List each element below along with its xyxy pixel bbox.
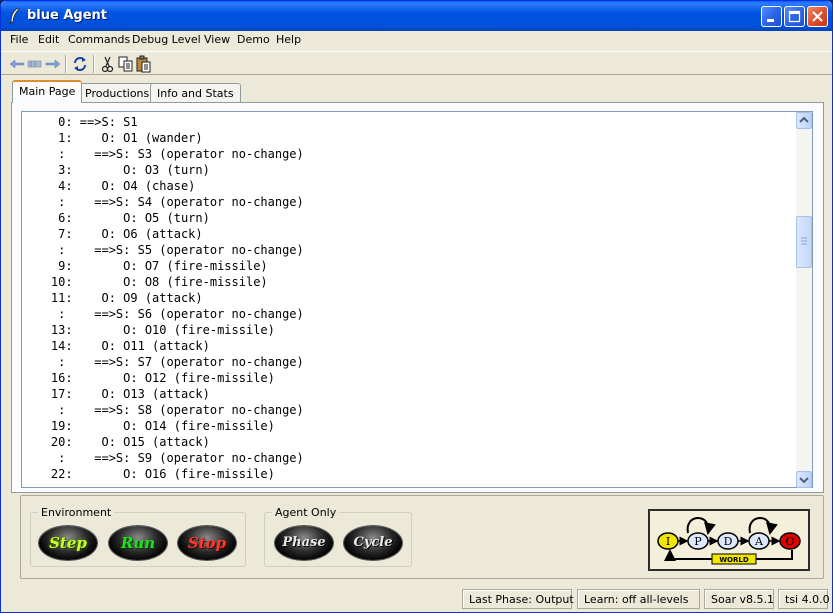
console-line: 4: O: O4 (chase) xyxy=(22,179,196,193)
chevron-up-icon xyxy=(799,116,809,123)
close-button[interactable] xyxy=(807,6,828,27)
paste-icon[interactable] xyxy=(135,55,153,73)
node-label: I xyxy=(666,535,670,548)
maximize-icon xyxy=(788,10,801,23)
maximize-button[interactable] xyxy=(784,6,805,27)
minimize-button[interactable] xyxy=(761,6,782,27)
history-icon[interactable] xyxy=(26,55,44,73)
tab-main-page[interactable]: Main Page xyxy=(12,80,83,103)
menu-bar: File Edit Commands Debug Level View Demo… xyxy=(1,31,832,50)
console-line: 16: O: O12 (fire-missile) xyxy=(22,371,275,385)
world-label: WORLD xyxy=(719,556,749,564)
node-label: D xyxy=(724,535,733,548)
menu-view[interactable]: View xyxy=(204,33,230,46)
copy-icon[interactable] xyxy=(117,55,135,73)
menu-file[interactable]: File xyxy=(10,33,28,46)
node-label: O xyxy=(785,535,794,548)
back-arrow-icon[interactable] xyxy=(8,55,26,73)
forward-arrow-icon[interactable] xyxy=(44,55,62,73)
console-line: : ==>S: S7 (operator no-change) xyxy=(22,355,304,369)
run-button[interactable]: Run xyxy=(109,526,167,560)
chevron-down-icon xyxy=(799,477,809,484)
phase-button[interactable]: Phase xyxy=(275,526,333,560)
console-scrollbar[interactable] xyxy=(796,111,813,488)
decision-cycle-graph: I P D A O WORLD xyxy=(657,517,801,565)
trace-output-console[interactable]: 0: ==>S: S1 1: O: O1 (wander) : ==>S: S3… xyxy=(21,111,796,488)
menu-commands[interactable]: Commands xyxy=(68,33,130,46)
close-icon xyxy=(812,11,823,22)
environment-group-label: Environment xyxy=(38,506,115,519)
tab-info-and-stats[interactable]: Info and Stats xyxy=(150,83,241,103)
console-line: : ==>S: S9 (operator no-change) xyxy=(22,451,304,465)
toolbar xyxy=(1,51,832,75)
toolbar-separator xyxy=(65,55,67,73)
console-line: 17: O: O13 (attack) xyxy=(22,387,210,401)
console-line: 10: O: O8 (fire-missile) xyxy=(22,275,268,289)
console-line: 6: O: O5 (turn) xyxy=(22,211,210,225)
minimize-icon xyxy=(767,19,774,22)
title-bar[interactable]: blue Agent xyxy=(1,1,832,31)
console-line: 13: O: O10 (fire-missile) xyxy=(22,323,275,337)
console-line: 11: O: O9 (attack) xyxy=(22,291,203,305)
menu-edit[interactable]: Edit xyxy=(38,33,59,46)
cycle-button[interactable]: Cycle xyxy=(344,526,402,560)
console-line: 3: O: O3 (turn) xyxy=(22,163,210,177)
agent-only-group-label: Agent Only xyxy=(272,506,340,519)
status-tsi-version: tsi 4.0.0 xyxy=(778,589,830,609)
console-line: : ==>S: S4 (operator no-change) xyxy=(22,195,304,209)
step-button[interactable]: Step xyxy=(39,526,97,560)
console-line: : ==>S: S8 (operator no-change) xyxy=(22,403,304,417)
console-line: : ==>S: S3 (operator no-change) xyxy=(22,147,304,161)
feather-app-icon xyxy=(9,7,20,25)
refresh-icon[interactable] xyxy=(71,55,89,73)
console-line: 7: O: O6 (attack) xyxy=(22,227,203,241)
node-label: P xyxy=(694,535,702,548)
status-soar-version: Soar v8.5.1 xyxy=(704,589,774,609)
agent-window: blue Agent File Edit Commands Debug Leve… xyxy=(0,0,833,613)
loop-arrow xyxy=(748,517,778,535)
tab-productions[interactable]: Productions xyxy=(78,83,157,103)
decision-cycle-diagram: I P D A O WORLD xyxy=(648,509,810,571)
window-title: blue Agent xyxy=(27,8,108,23)
console-line: 14: O: O11 (attack) xyxy=(22,339,210,353)
loop-arrow xyxy=(686,517,716,535)
scroll-down-button[interactable] xyxy=(796,471,812,488)
console-line: 20: O: O15 (attack) xyxy=(22,435,210,449)
console-line: : ==>S: S5 (operator no-change) xyxy=(22,243,304,257)
menu-demo[interactable]: Demo xyxy=(237,33,270,46)
console-line: 19: O: O14 (fire-missile) xyxy=(22,419,275,433)
toolbar-separator xyxy=(93,55,95,73)
stop-button[interactable]: Stop xyxy=(178,526,236,560)
console-line: 0: ==>S: S1 xyxy=(22,115,138,129)
scroll-up-button[interactable] xyxy=(796,112,812,129)
scroll-thumb[interactable] xyxy=(796,216,812,268)
console-line: 1: O: O1 (wander) xyxy=(22,131,203,145)
menu-help[interactable]: Help xyxy=(276,33,301,46)
status-learn: Learn: off all-levels xyxy=(577,589,700,609)
status-bar: Last Phase: Output Learn: off all-levels… xyxy=(1,587,832,612)
console-line: 22: O: O16 (fire-missile) xyxy=(22,467,275,481)
node-label: A xyxy=(754,535,764,548)
status-last-phase: Last Phase: Output xyxy=(462,589,574,609)
console-line: : ==>S: S6 (operator no-change) xyxy=(22,307,304,321)
menu-debug-level[interactable]: Debug Level xyxy=(132,33,201,46)
console-line: 9: O: O7 (fire-missile) xyxy=(22,259,268,273)
cut-icon[interactable] xyxy=(99,55,117,73)
grip-icon xyxy=(801,237,807,245)
